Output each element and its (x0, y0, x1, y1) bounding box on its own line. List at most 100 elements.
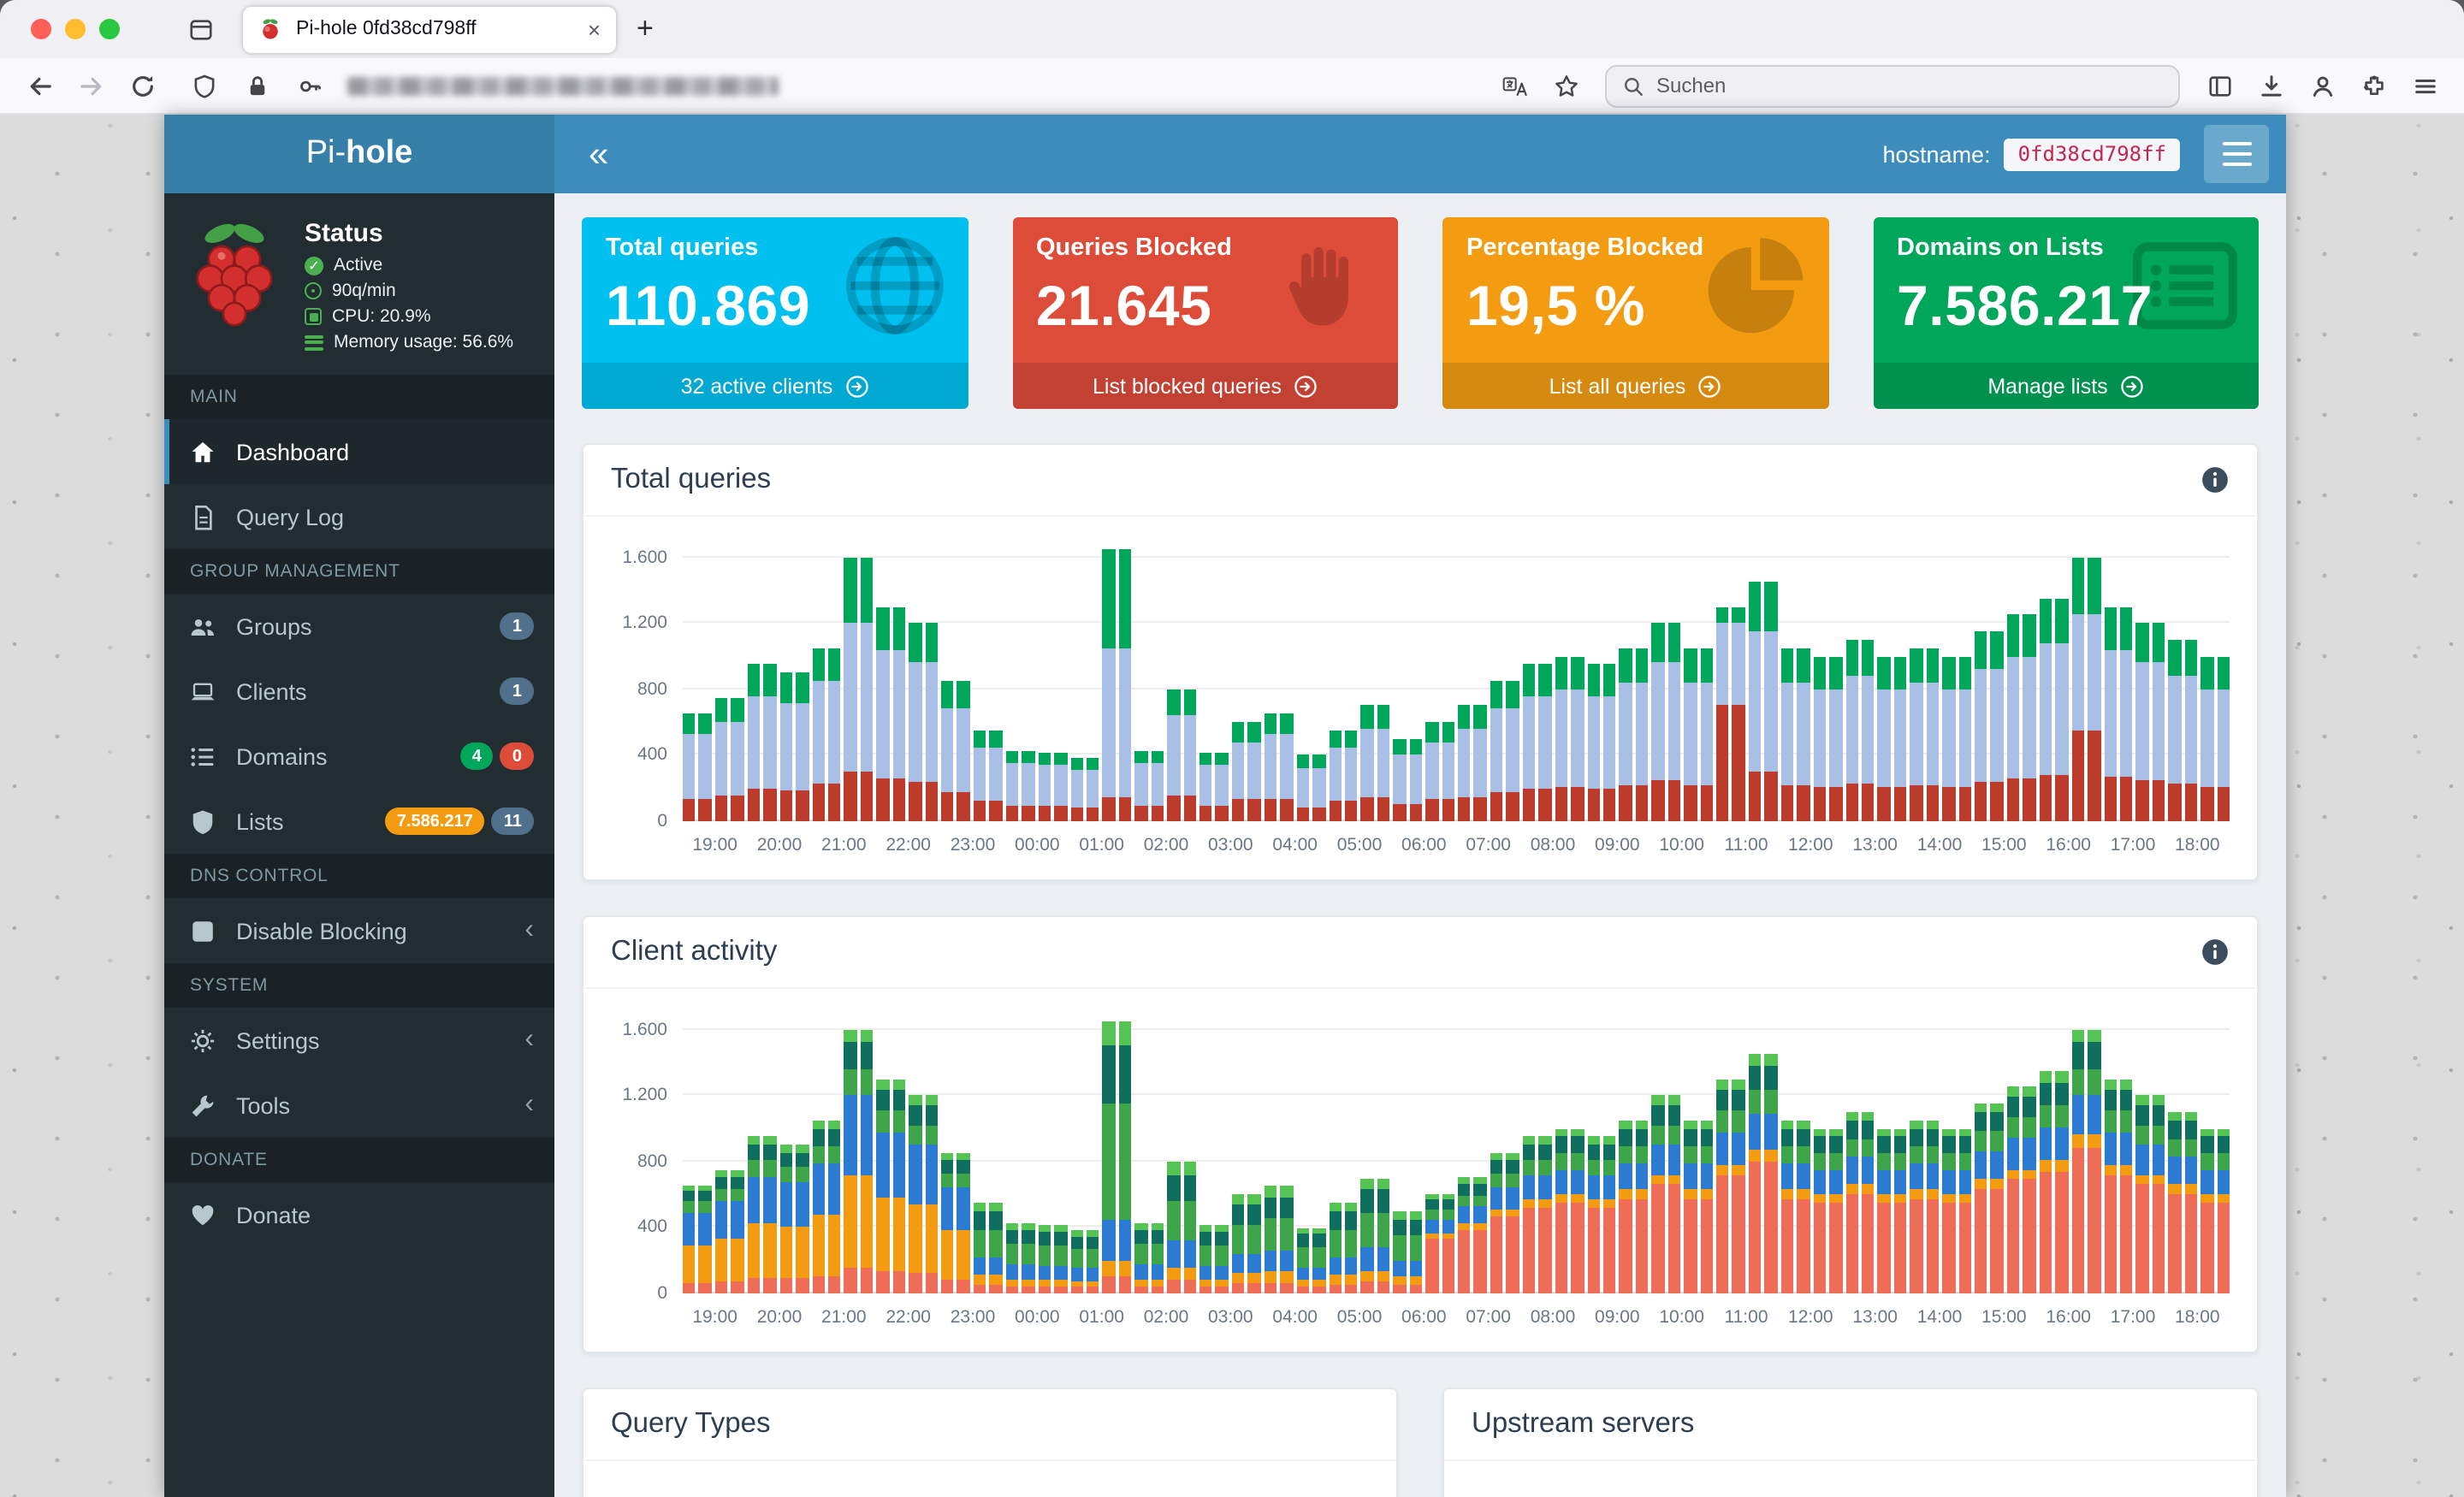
chart-bar (1442, 1013, 1454, 1293)
tracking-shield-icon[interactable] (181, 63, 226, 108)
chart-bar (973, 541, 986, 821)
chart-segment (1538, 1136, 1552, 1145)
chart-segment (2006, 1097, 2020, 1118)
chart-segment (973, 747, 986, 802)
sidebar-item-tools[interactable]: Tools ‹ (164, 1073, 554, 1138)
stat-card-footer-link[interactable]: Manage lists (1873, 363, 2259, 409)
pihole-logo[interactable]: Pi-hole (164, 115, 554, 193)
new-tab-button[interactable]: + (637, 12, 654, 46)
chart-bar (1651, 541, 1665, 821)
chart-segment (1231, 1204, 1245, 1225)
chart-segment (1619, 1145, 1632, 1163)
app-menu-button[interactable] (2204, 125, 2269, 183)
firefox-view-icon[interactable] (178, 7, 222, 51)
minimize-window-button[interactable] (65, 19, 86, 39)
chart-segment (698, 1212, 712, 1246)
chart-segment (1700, 1189, 1713, 1199)
info-icon[interactable] (2200, 465, 2230, 494)
chart-segment (2119, 1089, 2133, 1111)
chart-segment (1038, 1286, 1051, 1293)
chart-segment (1022, 763, 1035, 807)
sidebar-item-groups[interactable]: Groups 1 (164, 594, 554, 659)
bookmark-star-icon[interactable] (1543, 63, 1588, 108)
chart-segment (1764, 1161, 1778, 1293)
chart-segment (1393, 1235, 1407, 1261)
chart-segment (1716, 1110, 1729, 1133)
sidebar-item-donate[interactable]: Donate (164, 1182, 554, 1247)
chart-segment (1716, 705, 1729, 821)
chart-bar (941, 541, 954, 821)
chart-segment (1038, 806, 1051, 821)
chart-segment (1926, 682, 1940, 785)
search-input[interactable]: Suchen (1605, 64, 2180, 107)
key-icon[interactable] (287, 63, 332, 108)
chart-segment (1393, 1276, 1407, 1286)
chart-segment (1555, 656, 1568, 689)
chart-segment (2217, 1194, 2230, 1203)
chart-segment (779, 1167, 793, 1182)
zoom-window-button[interactable] (99, 19, 120, 39)
chart-bar (747, 1013, 761, 1293)
reload-icon[interactable] (120, 63, 164, 108)
sidebar-item-dashboard[interactable]: Dashboard (164, 419, 554, 484)
sidebar-item-domains[interactable]: Domains 4 0 (164, 724, 554, 789)
chart-segment (1829, 1136, 1842, 1154)
chart-bar (1425, 541, 1439, 821)
chart-segment (2039, 1070, 2052, 1083)
chart-segment (1151, 1222, 1164, 1230)
stat-card-footer-link[interactable]: List all queries (1442, 363, 1828, 409)
chart-bar (812, 1013, 825, 1293)
info-icon[interactable] (2200, 938, 2230, 967)
chart-segment (698, 1201, 712, 1213)
chart-bar (1247, 1013, 1261, 1293)
chart-segment (1780, 1198, 1794, 1293)
sidebar-item-settings[interactable]: Settings ‹ (164, 1008, 554, 1073)
menu-hamburger-icon[interactable] (2402, 63, 2447, 108)
sidebar-collapse-icon[interactable]: « (589, 136, 608, 172)
stat-card-footer-link[interactable]: 32 active clients (582, 363, 968, 409)
browser-tab[interactable]: Pi-hole 0fd38cd798ff × (243, 6, 616, 52)
chart-segment (683, 1201, 696, 1213)
x-axis-label: 11:00 (1724, 835, 1768, 855)
downloads-icon[interactable] (2248, 63, 2293, 108)
lock-icon[interactable] (234, 63, 279, 108)
stat-card-percentage-blocked: Percentage Blocked 19,5 % List all queries (1442, 217, 1828, 409)
sidebar-item-clients[interactable]: Clients 1 (164, 659, 554, 724)
account-icon[interactable] (2300, 63, 2344, 108)
sidebar-badges: 40 (459, 743, 534, 770)
chart-segment (1522, 1199, 1536, 1208)
url-bar[interactable] (171, 63, 1485, 108)
chart-bar (1845, 541, 1858, 821)
chart-segment (1619, 1189, 1632, 1199)
extensions-puzzle-icon[interactable] (2351, 63, 2396, 108)
back-icon[interactable] (17, 63, 62, 108)
chart-segment (1555, 786, 1568, 821)
chart-bar (1167, 541, 1181, 821)
stat-card-footer-link[interactable]: List blocked queries (1012, 363, 1398, 409)
chart-segment (1377, 705, 1390, 729)
chart-segment (1054, 1279, 1067, 1287)
chart-bar (1926, 1013, 1940, 1293)
chart-segment (1344, 801, 1358, 821)
chart-bar (1409, 1013, 1423, 1293)
chart-segment (2088, 614, 2100, 731)
chart-segment (1280, 1250, 1294, 1272)
raspberry-logo (196, 223, 273, 327)
tab-close-icon[interactable]: × (588, 18, 601, 40)
chart-segment (1231, 742, 1245, 800)
sidebar-icon[interactable] (2197, 63, 2242, 108)
sidebar-item-disable-blocking[interactable]: Disable Blocking ‹ (164, 898, 554, 963)
chart-segment (1102, 1104, 1116, 1220)
sidebar-item-lists[interactable]: Lists 7.586.217 11 (164, 789, 554, 854)
chart-segment (1312, 1247, 1325, 1268)
chart-segment (796, 790, 808, 821)
chart-segment (1409, 1260, 1423, 1277)
chart-segment (1344, 1229, 1358, 1257)
translate-icon[interactable] (1492, 63, 1537, 108)
chart-segment (1748, 582, 1762, 632)
close-window-button[interactable] (31, 19, 51, 39)
chart-segment (1167, 795, 1181, 821)
chart-segment (763, 1277, 777, 1293)
sidebar-item-query-log[interactable]: Query Log (164, 484, 554, 549)
chart-segment (1329, 1275, 1342, 1285)
